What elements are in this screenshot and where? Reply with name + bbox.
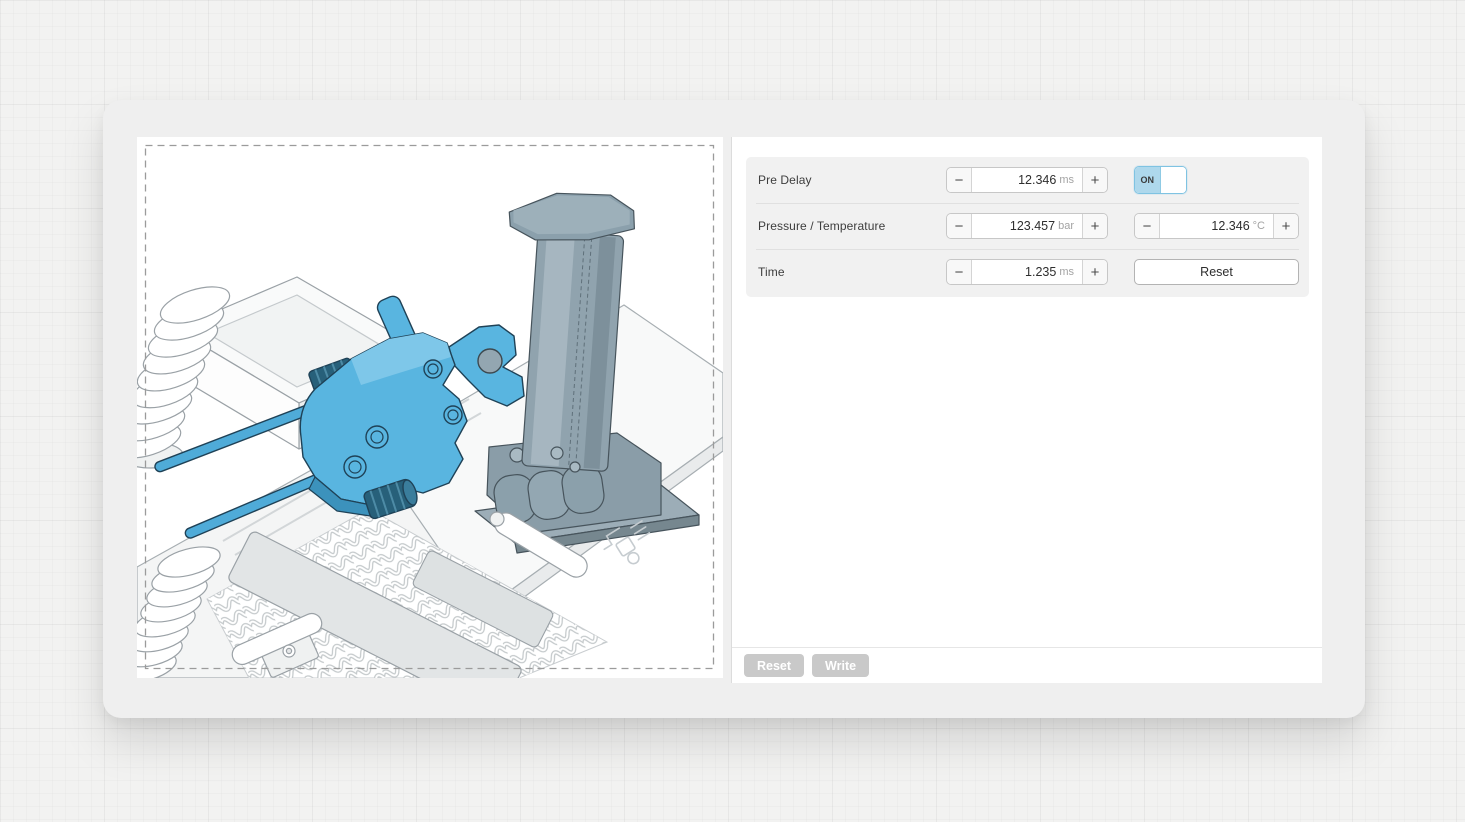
param-label: Pressure / Temperature bbox=[758, 203, 885, 249]
increment-button[interactable]: + bbox=[1082, 260, 1107, 284]
param-label: Pre Delay bbox=[758, 157, 812, 203]
decrement-button[interactable]: − bbox=[1135, 214, 1160, 238]
time-stepper: − 1.235 ms + bbox=[946, 259, 1108, 285]
pre-delay-toggle[interactable]: ON bbox=[1134, 166, 1187, 194]
stepper-value: 123.457 bbox=[1010, 219, 1055, 233]
decrement-button[interactable]: − bbox=[947, 168, 972, 192]
increment-button[interactable]: + bbox=[1273, 214, 1298, 238]
controls-panel: Pre Delay − 12.346 ms + ON Pressure / Te… bbox=[731, 137, 1322, 683]
machine-illustration bbox=[137, 137, 723, 678]
increment-button[interactable]: + bbox=[1082, 214, 1107, 238]
footer-bar: Reset Write bbox=[732, 647, 1322, 683]
increment-button[interactable]: + bbox=[1082, 168, 1107, 192]
pre-delay-stepper: − 12.346 ms + bbox=[946, 167, 1108, 193]
param-row-time: Time − 1.235 ms + Reset bbox=[746, 249, 1309, 295]
write-button[interactable]: Write bbox=[812, 654, 869, 677]
toggle-on-label: ON bbox=[1135, 167, 1161, 193]
stepper-unit: ms bbox=[1059, 174, 1074, 186]
parameter-card: Pre Delay − 12.346 ms + ON Pressure / Te… bbox=[746, 157, 1309, 297]
temperature-input[interactable]: 12.346 °C bbox=[1160, 214, 1273, 238]
decrement-button[interactable]: − bbox=[947, 214, 972, 238]
param-row-pressure-temperature: Pressure / Temperature − 123.457 bar + −… bbox=[746, 203, 1309, 249]
pressure-input[interactable]: 123.457 bar bbox=[972, 214, 1082, 238]
reset-button[interactable]: Reset bbox=[744, 654, 804, 677]
stepper-value: 12.346 bbox=[1211, 219, 1249, 233]
pressure-stepper: − 123.457 bar + bbox=[946, 213, 1108, 239]
time-input[interactable]: 1.235 ms bbox=[972, 260, 1082, 284]
machine-3d-viewport[interactable] bbox=[137, 137, 723, 678]
temperature-stepper: − 12.346 °C + bbox=[1134, 213, 1299, 239]
toggle-knob bbox=[1161, 167, 1187, 193]
stepper-value: 1.235 bbox=[1025, 265, 1056, 279]
desktop-background: { "controls_panel": { "rows": [ { "label… bbox=[0, 0, 1465, 822]
stepper-unit: bar bbox=[1058, 220, 1074, 232]
pre-delay-input[interactable]: 12.346 ms bbox=[972, 168, 1082, 192]
stepper-unit: °C bbox=[1253, 220, 1265, 232]
param-row-pre-delay: Pre Delay − 12.346 ms + ON bbox=[746, 157, 1309, 203]
stepper-unit: ms bbox=[1059, 266, 1074, 278]
app-window: Pre Delay − 12.346 ms + ON Pressure / Te… bbox=[103, 100, 1365, 718]
time-reset-button[interactable]: Reset bbox=[1134, 259, 1299, 285]
param-label: Time bbox=[758, 249, 785, 295]
stepper-value: 12.346 bbox=[1018, 173, 1056, 187]
decrement-button[interactable]: − bbox=[947, 260, 972, 284]
